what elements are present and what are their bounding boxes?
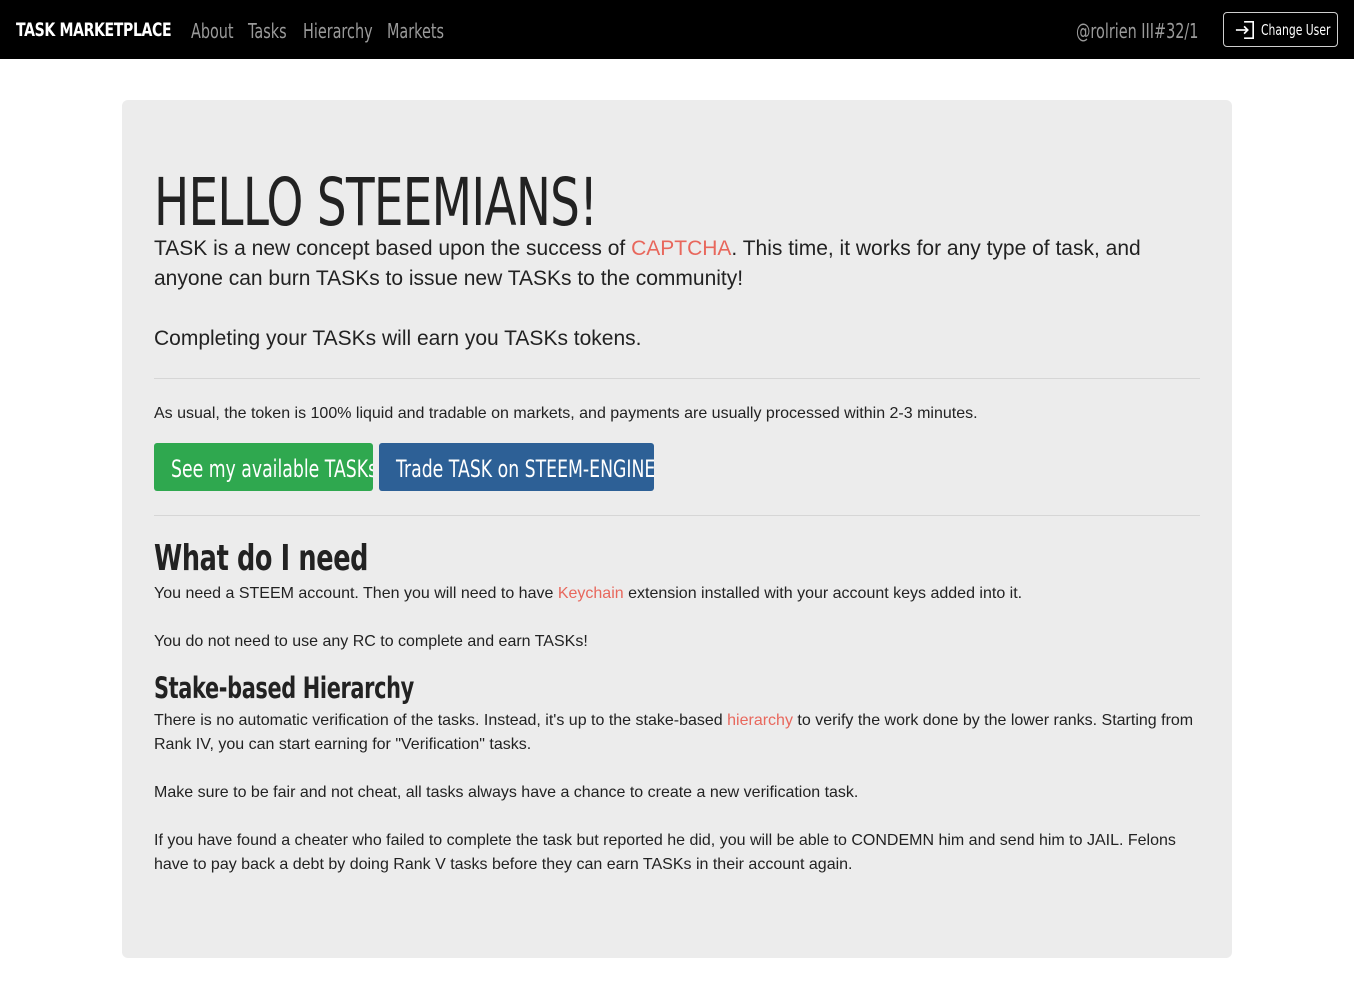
keychain-link[interactable]: Keychain [558,585,624,602]
liquidity-note: As usual, the token is 100% liquid and t… [154,405,978,422]
intro-text-start: TASK is a new concept based upon the suc… [154,237,632,260]
hierarchy-link[interactable]: hierarchy [727,712,793,729]
page-title: HELLO STEEMIANS! [154,164,598,241]
top-navbar: TASK MARKETPLACE About Tasks Hierarchy M… [0,0,1354,59]
jumbotron: HELLO STEEMIANS! TASK is a new concept b… [122,100,1232,958]
nav-links: About Tasks Hierarchy Markets [191,19,447,43]
stake-hierarchy-heading: Stake-based Hierarchy [154,671,414,705]
current-user[interactable]: @rolrien III#32/1 [1076,19,1198,43]
stake-text-start: There is no automatic verification of th… [154,712,728,729]
stake-paragraph-2: Make sure to be fair and not cheat, all … [154,784,859,801]
nav-markets[interactable]: Markets [387,19,444,43]
change-user-button[interactable]: Change User [1223,12,1338,47]
need-paragraph-1: You need a STEEM account. Then you will … [154,582,1200,606]
captcha-link[interactable]: CAPTCHA [631,237,731,260]
what-do-i-need-heading: What do I need [154,538,369,579]
nav-tasks[interactable]: Tasks [248,19,287,43]
login-icon [1235,20,1254,39]
nav-about[interactable]: About [191,19,234,43]
see-available-tasks-label: See my available TASKs [171,455,373,483]
divider [154,378,1200,379]
nav-hierarchy[interactable]: Hierarchy [303,19,373,43]
trade-task-label: Trade TASK on STEEM-ENGINE [396,455,654,483]
divider [154,515,1200,516]
brand-logo[interactable]: TASK MARKETPLACE [16,19,172,41]
trade-task-button[interactable]: Trade TASK on STEEM-ENGINE [379,443,654,491]
intro-paragraph: TASK is a new concept based upon the suc… [154,234,1200,294]
stake-paragraph-3: If you have found a cheater who failed t… [154,832,1176,873]
need-text-end: extension installed with your account ke… [623,585,1023,602]
need-paragraph-2: You do not need to use any RC to complet… [154,633,588,650]
change-user-label: Change User [1261,20,1331,39]
see-available-tasks-button[interactable]: See my available TASKs [154,443,373,491]
stake-paragraph-1: There is no automatic verification of th… [154,709,1200,757]
earn-paragraph: Completing your TASKs will earn you TASK… [154,327,642,350]
need-text-start: You need a STEEM account. Then you will … [154,585,558,602]
